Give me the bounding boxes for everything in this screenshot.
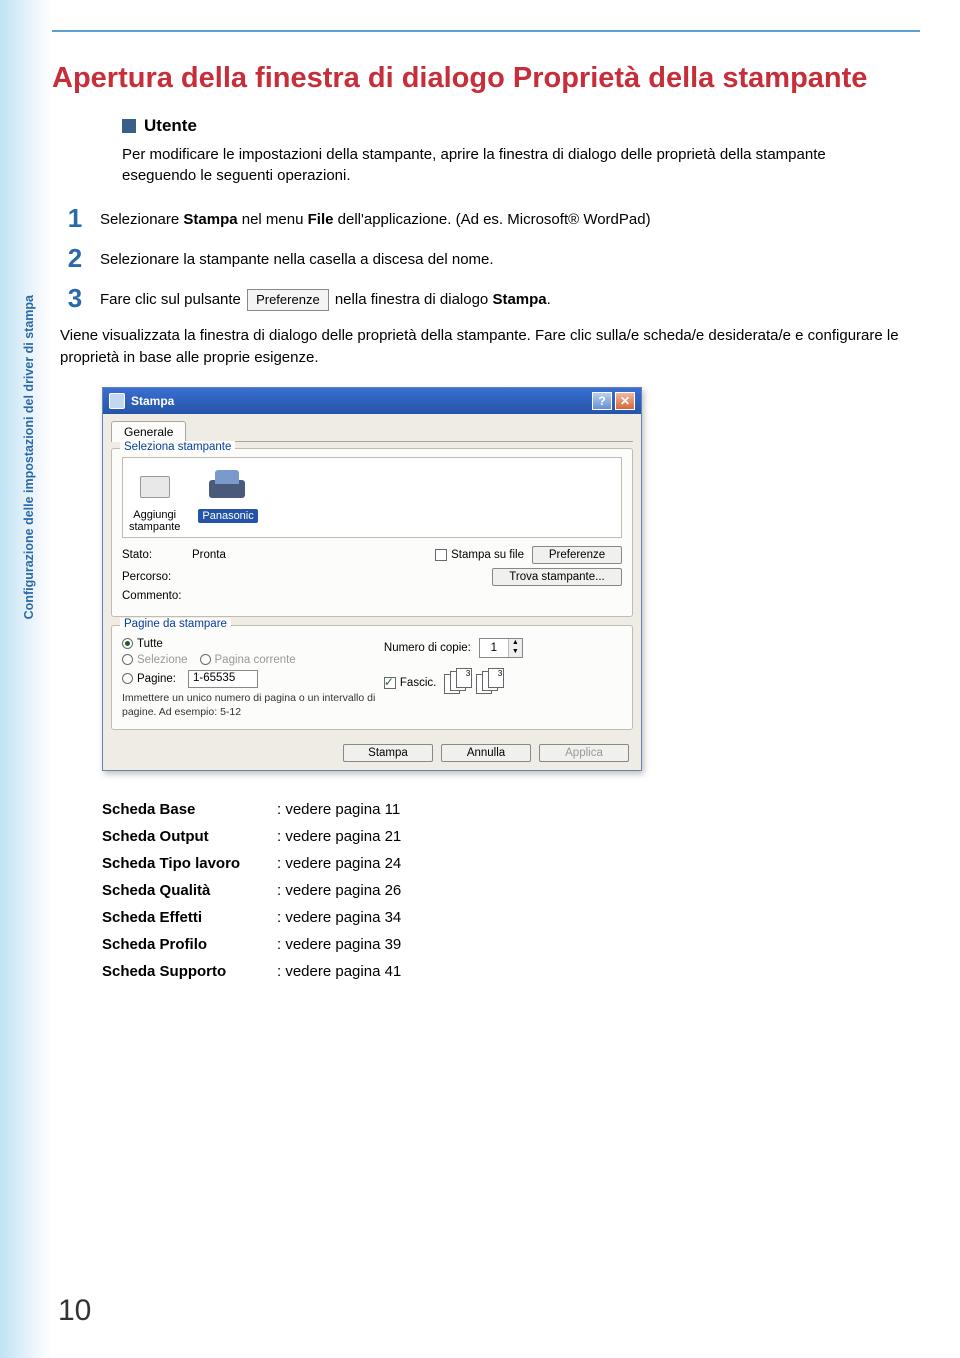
printer-list[interactable]: Aggiungi stampante Panasonic <box>122 457 622 538</box>
printer-label: Aggiungi stampante <box>129 509 180 533</box>
step-text: nel menu <box>238 211 308 228</box>
ref-label: Scheda Qualità <box>102 882 277 899</box>
radio-pages[interactable]: Pagine: <box>122 673 176 685</box>
collate-checkbox[interactable]: Fascic. <box>384 677 436 689</box>
ref-value: vedere pagina 39 <box>285 936 401 953</box>
note-paragraph: Viene visualizzata la finestra di dialog… <box>60 325 900 369</box>
ref-value: vedere pagina 21 <box>285 828 401 845</box>
step-text-bold: Stampa <box>492 291 546 308</box>
step-text: nella finestra di dialogo <box>335 291 493 308</box>
help-button[interactable]: ? <box>592 392 612 410</box>
tab-generale[interactable]: Generale <box>111 421 186 442</box>
step-number: 1 <box>60 205 90 231</box>
square-bullet-icon <box>122 119 136 133</box>
ref-value: vedere pagina 24 <box>285 855 401 872</box>
ref-label: Scheda Output <box>102 828 277 845</box>
section-side-label: Configurazione delle impostazioni del dr… <box>22 295 38 619</box>
pages-group: Pagine da stampare Tutte Selezione Pagin… <box>111 625 633 730</box>
step-number: 3 <box>60 285 90 311</box>
section-heading: Utente <box>122 116 900 136</box>
table-row: Scheda Output: vedere pagina 21 <box>102 828 900 845</box>
copies-label: Numero di copie: <box>384 642 471 654</box>
print-button[interactable]: Stampa <box>343 744 433 762</box>
table-row: Scheda Profilo: vedere pagina 39 <box>102 936 900 953</box>
print-dialog: Stampa ? ✕ Generale Seleziona stampante … <box>102 387 642 771</box>
ref-label: Scheda Supporto <box>102 963 277 980</box>
tabset: Generale <box>111 420 633 442</box>
top-rule <box>52 30 920 32</box>
collate-icon: 123 123 <box>444 668 508 698</box>
cancel-button[interactable]: Annulla <box>441 744 531 762</box>
state-label: Stato: <box>122 549 192 561</box>
ref-value: vedere pagina 41 <box>285 963 401 980</box>
step-number: 2 <box>60 245 90 271</box>
step-text: Selezionare <box>100 211 183 228</box>
dialog-titlebar: Stampa ? ✕ <box>103 388 641 414</box>
path-label: Percorso: <box>122 571 192 583</box>
table-row: Scheda Tipo lavoro: vedere pagina 24 <box>102 855 900 872</box>
pages-hint: Immettere un unico numero di pagina o un… <box>122 692 384 719</box>
radio-label: Pagina corrente <box>215 654 296 666</box>
ref-value: vedere pagina 26 <box>285 882 401 899</box>
add-printer-icon <box>134 468 176 506</box>
printer-item-selected[interactable]: Panasonic <box>198 468 257 533</box>
radio-current-page: Pagina corrente <box>200 654 296 666</box>
checkbox-label: Stampa su file <box>451 549 524 561</box>
checkbox-label: Fascic. <box>400 677 436 689</box>
table-row: Scheda Effetti: vedere pagina 34 <box>102 909 900 926</box>
printer-icon <box>109 393 125 409</box>
group-label: Pagine da stampare <box>120 618 231 630</box>
step-text-bold: Stampa <box>183 211 237 228</box>
step-text: Fare clic sul pulsante <box>100 291 245 308</box>
page-title: Apertura della finestra di dialogo Propr… <box>52 60 900 98</box>
spin-up-icon[interactable]: ▲ <box>509 639 522 648</box>
find-printer-button[interactable]: Trova stampante... <box>492 568 622 586</box>
reference-table: Scheda Base: vedere pagina 11 Scheda Out… <box>102 801 900 980</box>
step-text: . <box>547 291 551 308</box>
step-3: 3 Fare clic sul pulsante Preferenze nell… <box>60 285 900 311</box>
ref-label: Scheda Base <box>102 801 277 818</box>
intro-paragraph: Per modificare le impostazioni della sta… <box>122 144 900 188</box>
radio-all[interactable]: Tutte <box>122 638 163 650</box>
ref-label: Scheda Effetti <box>102 909 277 926</box>
page-number: 10 <box>58 1294 91 1328</box>
state-value: Pronta <box>192 549 435 561</box>
ref-value: vedere pagina 11 <box>285 801 400 818</box>
step-text-bold: File <box>308 211 334 228</box>
ref-label: Scheda Profilo <box>102 936 277 953</box>
dialog-title-text: Stampa <box>131 394 174 408</box>
section-heading-text: Utente <box>144 116 197 136</box>
print-to-file-checkbox[interactable]: Stampa su file <box>435 549 524 561</box>
group-label: Seleziona stampante <box>120 441 235 453</box>
table-row: Scheda Qualità: vedere pagina 26 <box>102 882 900 899</box>
page-side-gradient <box>0 0 52 1358</box>
ref-value: vedere pagina 34 <box>285 909 401 926</box>
pages-input[interactable]: 1-65535 <box>188 670 258 688</box>
radio-label: Pagine: <box>137 673 176 685</box>
table-row: Scheda Supporto: vedere pagina 41 <box>102 963 900 980</box>
copies-spinner[interactable]: 1 ▲▼ <box>479 638 523 658</box>
radio-label: Tutte <box>137 638 163 650</box>
printer-label: Panasonic <box>198 509 257 523</box>
printer-item-add[interactable]: Aggiungi stampante <box>129 468 180 533</box>
radio-label: Selezione <box>137 654 188 666</box>
copies-value: 1 <box>480 639 508 657</box>
radio-selection: Selezione <box>122 654 188 666</box>
step-text: Selezionare la stampante nella casella a… <box>100 245 900 270</box>
spin-down-icon[interactable]: ▼ <box>509 648 522 657</box>
apply-button: Applica <box>539 744 629 762</box>
close-button[interactable]: ✕ <box>615 392 635 410</box>
ref-label: Scheda Tipo lavoro <box>102 855 277 872</box>
table-row: Scheda Base: vedere pagina 11 <box>102 801 900 818</box>
preferences-button[interactable]: Preferenze <box>532 546 622 564</box>
printer-icon <box>207 468 249 506</box>
inline-button-preferenze: Preferenze <box>247 289 329 311</box>
step-2: 2 Selezionare la stampante nella casella… <box>60 245 900 271</box>
comment-label: Commento: <box>122 590 192 602</box>
dialog-footer: Stampa Annulla Applica <box>111 738 633 762</box>
printer-group: Seleziona stampante Aggiungi stampante P… <box>111 448 633 617</box>
step-text: dell'applicazione. (Ad es. Microsoft® Wo… <box>333 211 650 228</box>
step-1: 1 Selezionare Stampa nel menu File dell'… <box>60 205 900 231</box>
